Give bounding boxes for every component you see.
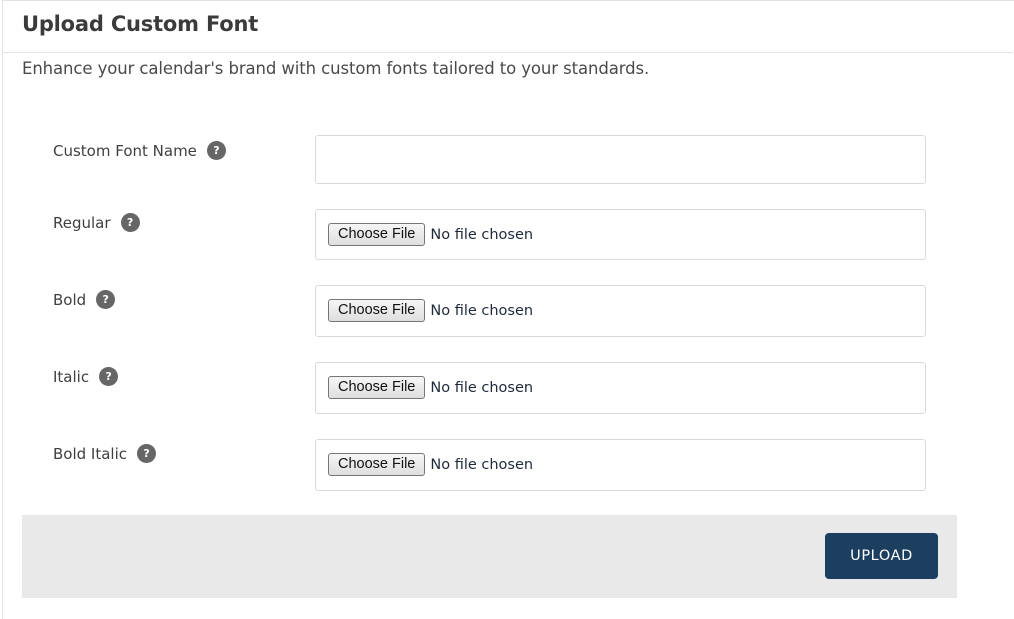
form-footer: UPLOAD <box>22 515 957 598</box>
choose-file-button-bold-italic[interactable]: Choose File <box>328 453 426 476</box>
file-input-bold-italic: Choose File No file chosen <box>328 453 533 476</box>
file-label-bold-text: Bold <box>53 290 87 309</box>
file-label-italic: Italic ? <box>53 367 119 386</box>
file-status-bold-italic: No file chosen <box>430 456 534 473</box>
file-input-regular: Choose File No file chosen <box>328 223 533 246</box>
file-field-bold-italic: Choose File No file chosen <box>315 439 926 491</box>
font-name-label-text: Custom Font Name <box>53 141 197 160</box>
help-icon[interactable]: ? <box>206 141 226 160</box>
file-input-italic: Choose File No file chosen <box>328 376 533 399</box>
upload-button[interactable]: UPLOAD <box>825 533 938 579</box>
help-icon[interactable]: ? <box>137 444 157 463</box>
file-status-regular: No file chosen <box>430 226 534 243</box>
file-status-bold: No file chosen <box>430 302 534 319</box>
font-name-input[interactable] <box>316 136 925 183</box>
help-icon[interactable]: ? <box>96 290 116 309</box>
file-field-bold: Choose File No file chosen <box>315 285 926 337</box>
file-label-bold-italic-text: Bold Italic <box>53 444 128 463</box>
help-icon[interactable]: ? <box>120 213 140 232</box>
page-title: Upload Custom Font <box>22 12 259 36</box>
font-name-field <box>315 135 926 184</box>
file-label-bold-italic: Bold Italic ? <box>53 444 157 463</box>
page-subtitle: Enhance your calendar's brand with custo… <box>22 59 650 78</box>
file-field-regular: Choose File No file chosen <box>315 209 926 260</box>
panel-header: Upload Custom Font <box>3 1 1013 53</box>
choose-file-button-regular[interactable]: Choose File <box>328 223 426 246</box>
choose-file-button-italic[interactable]: Choose File <box>328 376 426 399</box>
help-icon[interactable]: ? <box>99 367 119 386</box>
file-label-italic-text: Italic <box>53 367 90 386</box>
file-input-bold: Choose File No file chosen <box>328 299 533 322</box>
file-field-italic: Choose File No file chosen <box>315 362 926 414</box>
file-label-bold: Bold ? <box>53 290 116 309</box>
file-label-regular: Regular ? <box>53 213 140 232</box>
file-label-regular-text: Regular <box>53 213 111 232</box>
choose-file-button-bold[interactable]: Choose File <box>328 299 426 322</box>
upload-custom-font-panel: Upload Custom Font Enhance your calendar… <box>2 0 1014 619</box>
font-name-label: Custom Font Name ? <box>53 141 226 160</box>
file-status-italic: No file chosen <box>430 379 534 396</box>
